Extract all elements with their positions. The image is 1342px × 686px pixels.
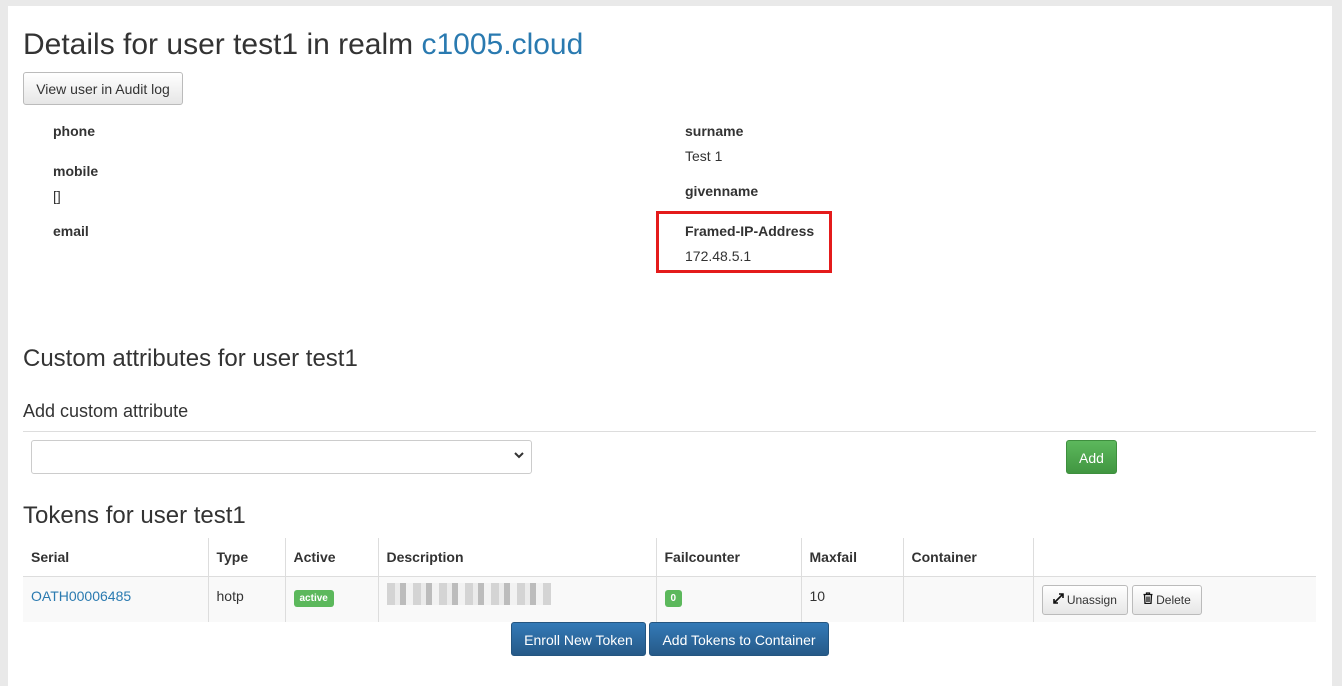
- page-title: Details for user test1 in realm c1005.cl…: [23, 28, 583, 62]
- attribute-phone: phone: [53, 123, 95, 148]
- cell-active: active: [285, 576, 379, 622]
- attribute-givenname: givenname: [685, 183, 758, 208]
- tokens-table: Serial Type Active Description Failcount…: [23, 538, 1316, 622]
- redacted-description: [386, 582, 551, 605]
- add-custom-attribute-heading: Add custom attribute: [23, 401, 189, 421]
- highlight-box: [656, 211, 832, 273]
- cell-container: [903, 576, 1034, 622]
- cell-serial: OATH00006485: [23, 576, 209, 622]
- realm-link[interactable]: c1005.cloud: [422, 28, 584, 61]
- failcounter-badge[interactable]: 0: [664, 589, 683, 607]
- view-audit-log-button[interactable]: View user in Audit log: [23, 72, 183, 105]
- attribute-surname: surname Test 1: [685, 123, 743, 164]
- active-badge[interactable]: active: [293, 589, 334, 607]
- attribute-key: givenname: [685, 183, 759, 199]
- enroll-new-token-button[interactable]: Enroll New Token: [511, 622, 646, 656]
- page-title-text: Details for user test1 in realm: [23, 28, 414, 61]
- table-row: OATH00006485 hotp active 0 10 Unassign D…: [23, 576, 1316, 622]
- attribute-value: Test 1: [685, 148, 723, 164]
- divider: [23, 431, 1316, 432]
- column-header-serial[interactable]: Serial: [23, 538, 209, 577]
- add-tokens-to-container-button[interactable]: Add Tokens to Container: [649, 622, 829, 656]
- custom-attribute-select[interactable]: [31, 440, 532, 474]
- token-serial-link[interactable]: OATH00006485: [31, 588, 131, 604]
- unassign-button[interactable]: Unassign: [1041, 584, 1128, 615]
- cell-description: [378, 576, 657, 622]
- column-header-maxfail[interactable]: Maxfail: [801, 538, 904, 577]
- column-header-type[interactable]: Type: [208, 538, 286, 577]
- cell-actions: Unassign Delete: [1033, 576, 1316, 622]
- attribute-key: email: [53, 223, 89, 239]
- unassign-label: Unassign: [1066, 592, 1117, 607]
- delete-label: Delete: [1156, 592, 1191, 607]
- tokens-heading: Tokens for user test1: [23, 502, 246, 529]
- column-header-description[interactable]: Description: [378, 538, 657, 577]
- cell-failcounter: 0: [656, 576, 802, 622]
- column-header-failcounter[interactable]: Failcounter: [656, 538, 802, 577]
- trash-icon: [1143, 591, 1156, 607]
- cell-type: hotp: [208, 576, 286, 622]
- attribute-key: phone: [53, 123, 95, 139]
- attribute-email: email: [53, 223, 89, 248]
- page-content: Details for user test1 in realm c1005.cl…: [8, 6, 1332, 686]
- attribute-mobile: mobile []: [53, 163, 98, 204]
- column-header-actions: [1033, 538, 1316, 577]
- chevron-down-icon: [513, 449, 525, 464]
- attribute-key: mobile: [53, 163, 99, 179]
- column-header-active[interactable]: Active: [285, 538, 379, 577]
- delete-button[interactable]: Delete: [1131, 584, 1202, 615]
- custom-attributes-heading: Custom attributes for user test1: [23, 345, 358, 372]
- cell-maxfail: 10: [801, 576, 904, 622]
- attribute-value: []: [53, 188, 61, 204]
- resize-arrows-icon: [1052, 592, 1067, 607]
- add-attribute-button[interactable]: Add: [1066, 440, 1117, 474]
- column-header-container[interactable]: Container: [903, 538, 1034, 577]
- table-header-row: Serial Type Active Description Failcount…: [23, 538, 1316, 577]
- attribute-key: surname: [685, 123, 744, 139]
